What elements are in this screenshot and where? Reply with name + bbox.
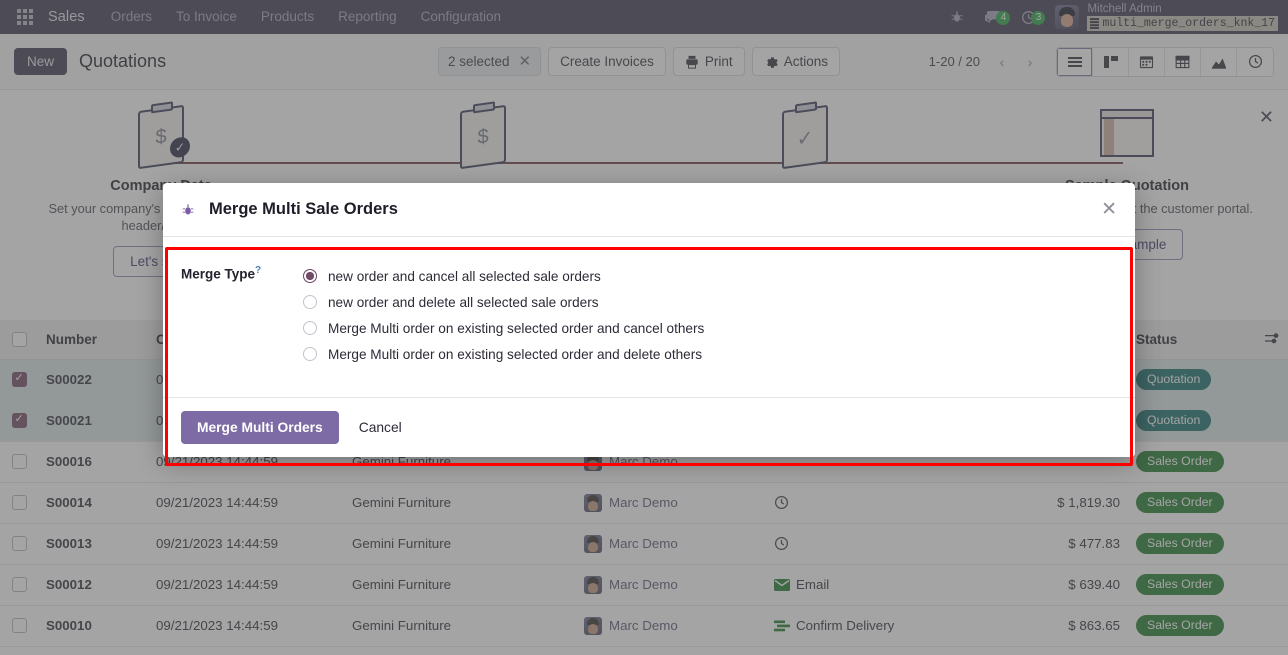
merge-type-label: Merge Type?: [181, 263, 281, 367]
merge-type-option[interactable]: Merge Multi order on existing selected o…: [303, 315, 704, 341]
dialog-title: Merge Multi Sale Orders: [209, 200, 398, 218]
merge-type-option[interactable]: Merge Multi order on existing selected o…: [303, 341, 704, 367]
radio-button[interactable]: [303, 295, 317, 309]
merge-type-field-row: Merge Type? new order and cancel all sel…: [181, 263, 1117, 367]
close-icon[interactable]: ✕: [1101, 200, 1117, 219]
merge-type-radio-group: new order and cancel all selected sale o…: [281, 263, 704, 367]
merge-type-option-label: Merge Multi order on existing selected o…: [328, 320, 705, 336]
dialog-body: Merge Type? new order and cancel all sel…: [163, 237, 1135, 397]
merge-type-option-label: Merge Multi order on existing selected o…: [328, 346, 703, 362]
merge-multi-orders-button[interactable]: Merge Multi Orders: [181, 411, 339, 444]
bug-icon[interactable]: [181, 203, 195, 217]
help-icon[interactable]: ?: [255, 265, 261, 276]
dialog-header: Merge Multi Sale Orders ✕: [163, 183, 1135, 237]
merge-multi-sale-orders-dialog: Merge Multi Sale Orders ✕ Merge Type? ne…: [163, 183, 1135, 457]
radio-button[interactable]: [303, 347, 317, 361]
merge-type-option-label: new order and cancel all selected sale o…: [328, 268, 601, 284]
merge-type-option-label: new order and delete all selected sale o…: [328, 294, 599, 310]
dialog-footer: Merge Multi Orders Cancel: [163, 397, 1135, 457]
merge-type-option[interactable]: new order and cancel all selected sale o…: [303, 263, 704, 289]
radio-button[interactable]: [303, 321, 317, 335]
cancel-button[interactable]: Cancel: [355, 414, 406, 441]
odoo-sales-app: Sales Orders To Invoice Products Reporti…: [0, 0, 1288, 655]
merge-type-label-text: Merge Type: [181, 266, 256, 282]
merge-type-option[interactable]: new order and delete all selected sale o…: [303, 289, 704, 315]
radio-button[interactable]: [303, 269, 317, 283]
